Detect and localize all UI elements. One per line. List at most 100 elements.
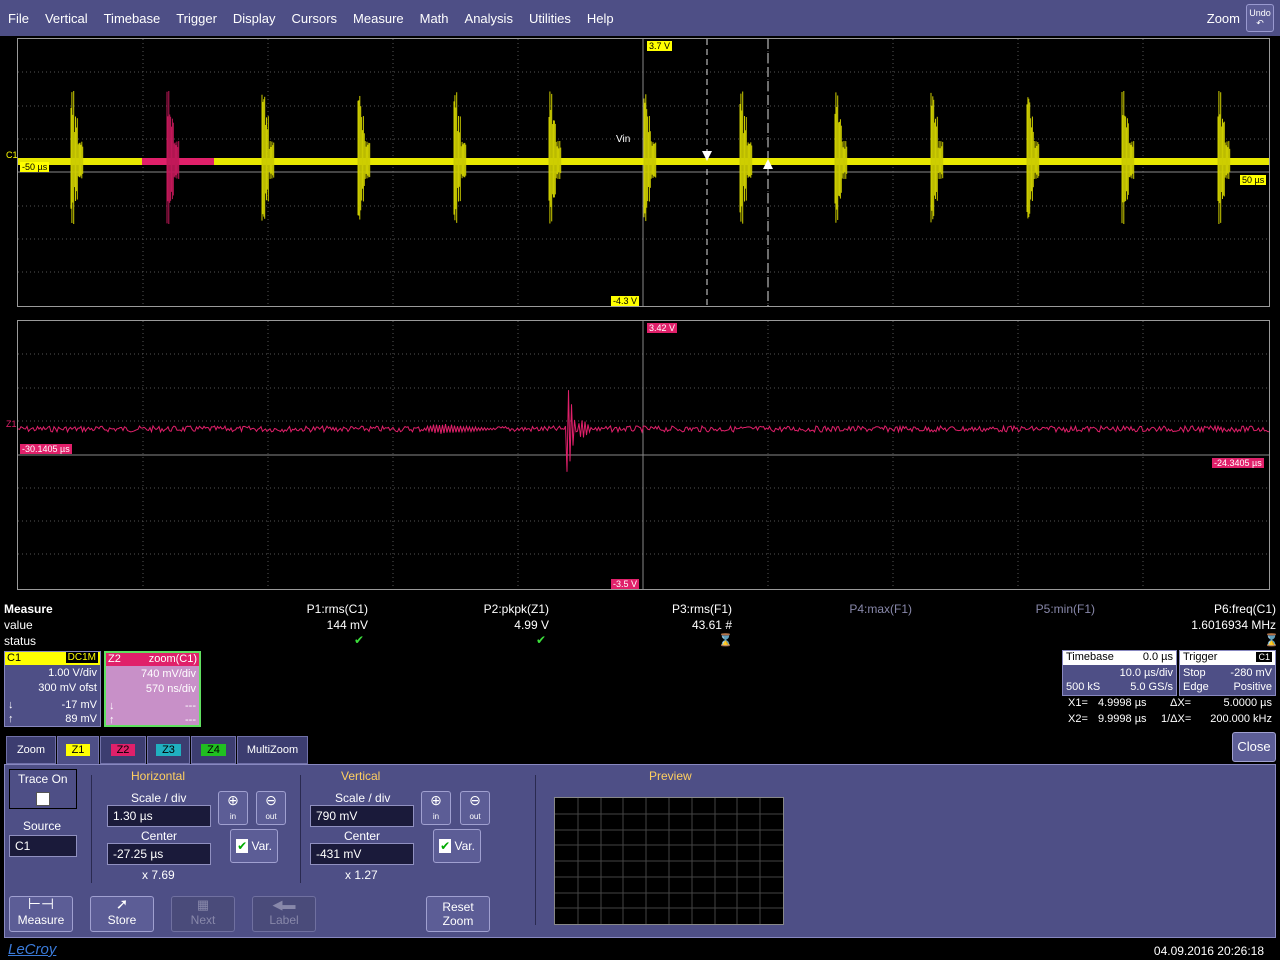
- h-scale-field[interactable]: 1.30 µs: [107, 805, 211, 827]
- tab-multizoom-label: MultiZoom: [246, 744, 299, 756]
- main-waveform-grid[interactable]: 3.7 V -4.3 V -50 µs 50 µs Vin: [17, 38, 1270, 307]
- next-button-label: Next: [190, 913, 216, 927]
- measure-title: Measure: [4, 602, 53, 616]
- cursor-x1-label: X1=: [1068, 697, 1088, 709]
- v-zoom-out-button[interactable]: ⊖ out: [460, 791, 490, 825]
- p3-name[interactable]: P3:rms(F1): [672, 602, 732, 616]
- trigger-box[interactable]: Trigger C1 Stop -280 mV Edge Positive: [1179, 650, 1276, 696]
- tab-zoom[interactable]: Zoom: [6, 736, 56, 764]
- p2-value: 4.99 V: [514, 618, 549, 632]
- v-zoom-in-button[interactable]: ⊕ in: [421, 791, 451, 825]
- measure-icon: ⊢⊣: [27, 896, 55, 913]
- z2-vdiv: 740 mV/div: [140, 668, 196, 680]
- v-center-field[interactable]: -431 mV: [310, 843, 414, 865]
- tab-z4[interactable]: Z4: [191, 736, 236, 764]
- h-var-checkbox[interactable]: ✔ Var.: [230, 829, 278, 863]
- c1-cursor2-icon: ↑: [8, 713, 14, 725]
- grid1-right-time: 50 µs: [1240, 175, 1267, 185]
- next-button[interactable]: ▦ Next: [171, 896, 235, 932]
- p2-name[interactable]: P2:pkpk(Z1): [484, 602, 549, 616]
- h-zoom-out-button[interactable]: ⊖ out: [256, 791, 286, 825]
- measure-table[interactable]: Measure value status P1:rms(C1) 144 mV ✔…: [0, 600, 1280, 650]
- menu-help[interactable]: Help: [579, 11, 622, 26]
- menu-file[interactable]: File: [0, 11, 37, 26]
- p1-name[interactable]: P1:rms(C1): [307, 602, 368, 616]
- h-in-label: in: [229, 812, 237, 821]
- tab-z1-label: Z1: [65, 744, 91, 756]
- grid2-top-label: 3.42 V: [647, 323, 678, 333]
- undo-button[interactable]: Undo ↶: [1246, 4, 1274, 32]
- source-select[interactable]: C1: [9, 835, 77, 857]
- z1-channel-marker[interactable]: Z1: [4, 419, 19, 429]
- p6-name[interactable]: P6:freq(C1): [1214, 602, 1276, 616]
- menu-trigger[interactable]: Trigger: [168, 11, 225, 26]
- store-icon: ➚: [115, 896, 129, 913]
- v-out-label: out: [469, 812, 481, 821]
- h-zoom-in-button[interactable]: ⊕ in: [218, 791, 248, 825]
- tab-z1[interactable]: Z1: [57, 736, 99, 764]
- menu-timebase[interactable]: Timebase: [96, 11, 169, 26]
- timebase-box[interactable]: Timebase 0.0 µs 10.0 µs/div 500 kS 5.0 G…: [1062, 650, 1177, 696]
- c1-v2: 89 mV: [65, 713, 97, 725]
- menu-measure[interactable]: Measure: [345, 11, 412, 26]
- store-button[interactable]: ➚ Store: [90, 896, 154, 932]
- vertical-heading: Vertical: [341, 769, 381, 783]
- c1-channel-marker[interactable]: C1: [4, 150, 20, 160]
- trigger-slope: Positive: [1233, 681, 1272, 693]
- reset-zoom-button[interactable]: Reset Zoom: [426, 896, 490, 932]
- measure-button[interactable]: ⊢⊣ Measure: [9, 896, 73, 932]
- p6-value: 1.6016934 MHz: [1191, 618, 1276, 632]
- c1-name: C1: [7, 652, 22, 664]
- v-zoom-out-icon: ⊖: [469, 792, 481, 808]
- zoom-in-icon: ⊕: [227, 792, 239, 808]
- v-in-label: in: [432, 812, 440, 821]
- v-center-label: Center: [344, 829, 381, 843]
- grid2-right-time: -24.3405 µs: [1212, 458, 1264, 468]
- timebase-label: Timebase: [1066, 651, 1114, 663]
- preview-heading: Preview: [649, 769, 692, 783]
- p1-value: 144 mV: [326, 618, 368, 632]
- c1-channel-box[interactable]: C1 DC1M 1.00 V/div 300 mV ofst ↓ -17 mV …: [4, 651, 101, 727]
- cursor-dx-value: 5.0000 µs: [1223, 697, 1272, 709]
- trace-on-checkbox[interactable]: [36, 792, 50, 806]
- zoom-waveform-grid[interactable]: 3.42 V -3.5 V -30.1405 µs -24.3405 µs: [17, 320, 1270, 590]
- cursor-idx-label: 1/ΔX=: [1161, 713, 1192, 725]
- v-scale-field[interactable]: 790 mV: [310, 805, 414, 827]
- close-button[interactable]: Close: [1232, 732, 1276, 762]
- z2-name: Z2: [108, 653, 121, 665]
- trigger-source: C1: [1256, 652, 1272, 662]
- h-var-label: Var.: [251, 839, 272, 853]
- grid2-bottom-label: -3.5 V: [611, 579, 640, 589]
- menu-cursors[interactable]: Cursors: [284, 11, 346, 26]
- menu-analysis[interactable]: Analysis: [457, 11, 521, 26]
- z2-v2: ---: [185, 714, 196, 726]
- v-zoom-in-icon: ⊕: [430, 792, 442, 808]
- tab-multizoom[interactable]: MultiZoom: [237, 736, 308, 764]
- cursor-x2-label: X2=: [1068, 713, 1088, 725]
- tab-z2[interactable]: Z2: [100, 736, 146, 764]
- p4-name[interactable]: P4:max(F1): [849, 602, 912, 616]
- cursor-x2-value: 9.9998 µs: [1098, 713, 1147, 725]
- timebase-header: Timebase 0.0 µs: [1063, 651, 1176, 665]
- timebase-tdiv: 10.0 µs/div: [1119, 667, 1173, 679]
- menu-display[interactable]: Display: [225, 11, 284, 26]
- trigger-level: -280 mV: [1230, 667, 1272, 679]
- label-icon: ◀▬: [272, 897, 296, 912]
- h-out-label: out: [265, 812, 277, 821]
- h-center-field[interactable]: -27.25 µs: [107, 843, 211, 865]
- zoom-label: Zoom: [1206, 11, 1240, 26]
- datetime: 04.09.2016 20:26:18: [1153, 944, 1264, 958]
- trigger-header: Trigger C1: [1180, 651, 1275, 665]
- label-button[interactable]: ◀▬ Label: [252, 896, 316, 932]
- menu-utilities[interactable]: Utilities: [521, 11, 579, 26]
- p5-name[interactable]: P5:min(F1): [1036, 602, 1095, 616]
- tab-z3[interactable]: Z3: [147, 736, 190, 764]
- z2-channel-box[interactable]: Z2 zoom(C1) 740 mV/div 570 ns/div ↓ --- …: [104, 651, 201, 727]
- menu-vertical[interactable]: Vertical: [37, 11, 96, 26]
- store-button-label: Store: [107, 913, 137, 927]
- trace-label-vin: Vin: [616, 134, 631, 145]
- tab-z4-label: Z4: [201, 744, 226, 756]
- menu-math[interactable]: Math: [412, 11, 457, 26]
- cursor-dx-label: ΔX=: [1170, 697, 1192, 709]
- v-var-checkbox[interactable]: ✔ Var.: [433, 829, 481, 863]
